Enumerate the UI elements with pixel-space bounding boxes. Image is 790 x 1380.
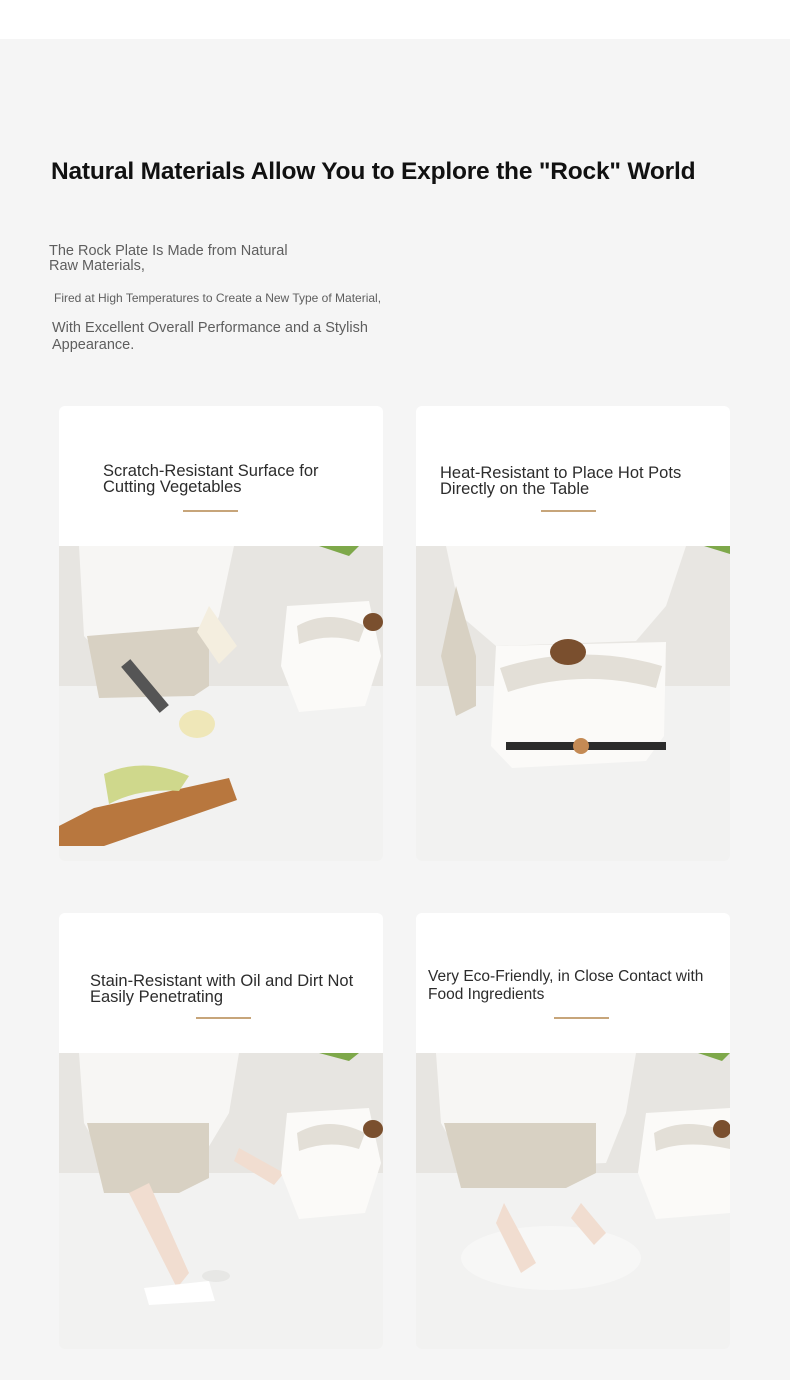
cutting-vegetables-illustration [59, 546, 383, 861]
hot-pot-on-table-photo [416, 546, 730, 861]
wiping-table-illustration [59, 1053, 383, 1349]
section-title: Natural Materials Allow You to Explore t… [51, 158, 696, 185]
hot-pot-illustration [416, 546, 730, 861]
kneading-dough-illustration [416, 1053, 730, 1349]
feature-card-divider [541, 510, 596, 512]
intro-line-2: Fired at High Temperatures to Create a N… [54, 291, 382, 305]
kneading-dough-photo [416, 1053, 730, 1349]
feature-card-title: Heat-Resistant to Place Hot Pots Directl… [440, 464, 682, 498]
feature-card-title: Very Eco-Friendly, in Close Contact with… [428, 968, 704, 1003]
intro-line-3: With Excellent Overall Performance and a… [52, 320, 368, 353]
feature-card-heat-resistant: Heat-Resistant to Place Hot Pots Directl… [416, 406, 730, 861]
feature-card-eco-friendly: Very Eco-Friendly, in Close Contact with… [416, 913, 730, 1349]
feature-card-title: Scratch-Resistant Surface for Cutting Ve… [103, 462, 319, 496]
feature-card-divider [196, 1017, 251, 1019]
feature-card-divider [183, 510, 238, 512]
feature-card-title: Stain-Resistant with Oil and Dirt Not Ea… [90, 972, 354, 1006]
feature-card-scratch-resistant: Scratch-Resistant Surface for Cutting Ve… [59, 406, 383, 861]
feature-card-divider [554, 1017, 609, 1019]
cutting-vegetables-photo [59, 546, 383, 861]
feature-card-stain-resistant: Stain-Resistant with Oil and Dirt Not Ea… [59, 913, 383, 1349]
intro-line-1: The Rock Plate Is Made from Natural Raw … [49, 243, 288, 274]
wiping-table-photo [59, 1053, 383, 1349]
